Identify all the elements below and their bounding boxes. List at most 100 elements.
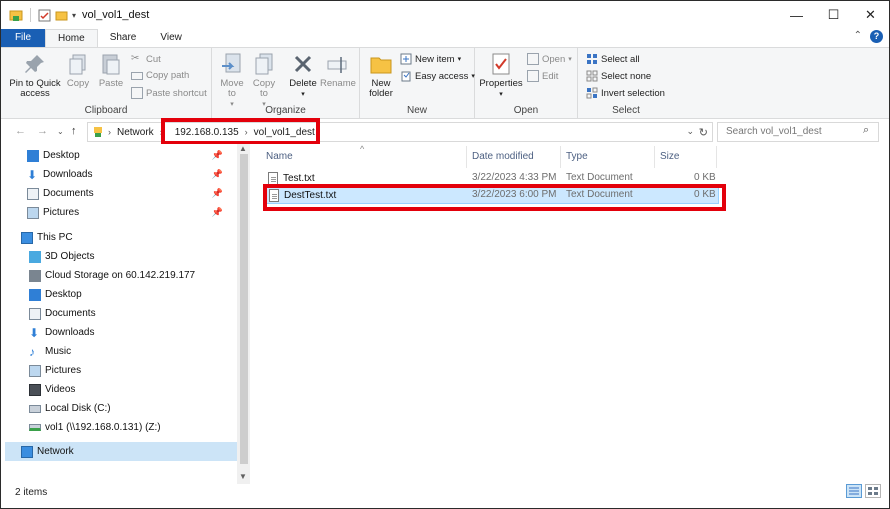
copy-button[interactable]: Copy [65, 52, 91, 89]
select-all-icon [587, 54, 597, 64]
copy-label: Copy [66, 78, 90, 89]
minimize-button[interactable]: — [778, 1, 815, 29]
nav-desktop[interactable]: Desktop [29, 285, 82, 304]
open-icon [527, 53, 539, 65]
select-none-button[interactable]: Select none [586, 70, 651, 82]
pin-label: Pin to Quick access [9, 78, 61, 99]
column-header-name[interactable]: Name [266, 151, 293, 162]
copy-path-icon [131, 71, 143, 80]
nav-label: Downloads [43, 169, 93, 180]
nav-label: This PC [37, 232, 73, 243]
tab-file[interactable]: File [1, 29, 45, 47]
select-none-icon [586, 70, 598, 82]
nav-label: vol1 (\\192.168.0.131) (Z:) [45, 422, 161, 433]
tab-share[interactable]: Share [98, 29, 149, 47]
easy-access-icon [401, 71, 411, 82]
nav-3d-objects[interactable]: 3D Objects [29, 247, 94, 266]
column-divider[interactable] [654, 146, 655, 168]
paste-shortcut-label: Paste shortcut [146, 87, 207, 99]
nav-quick-downloads[interactable]: ⬇ Downloads 📌 [27, 165, 237, 184]
tab-view[interactable]: View [148, 29, 194, 47]
select-all-button[interactable]: Select all [586, 53, 640, 65]
nav-pictures[interactable]: Pictures [29, 361, 81, 380]
nav-cloud-storage[interactable]: Cloud Storage on 60.142.219.177 [29, 266, 195, 285]
edit-button[interactable]: Edit [527, 70, 558, 82]
nav-scrollbar-thumb[interactable] [240, 154, 248, 464]
nav-downloads[interactable]: ⬇ Downloads [29, 323, 94, 342]
up-arrow-icon[interactable]: ↑ [71, 125, 77, 137]
forward-arrow-icon[interactable]: → [37, 125, 48, 137]
column-divider[interactable] [716, 146, 717, 168]
nav-label: Downloads [45, 327, 95, 338]
paste-shortcut-button[interactable]: Paste shortcut [131, 87, 207, 99]
organize-group-label: Organize [265, 105, 306, 116]
search-icon[interactable]: ⌕ [863, 124, 869, 137]
delete-label: Delete [289, 78, 317, 89]
open-button[interactable]: Open ▾ [527, 53, 572, 65]
collapse-ribbon-icon[interactable]: ⌃ [854, 30, 862, 43]
back-arrow-icon[interactable]: ← [15, 125, 26, 137]
rename-label: Rename [320, 78, 356, 89]
pin-quick-access-button[interactable]: Pin to Quick access [7, 52, 63, 99]
new-folder-big-icon [370, 57, 392, 74]
rename-button[interactable]: Rename [320, 52, 356, 89]
refresh-icon[interactable]: ↻ [699, 126, 708, 139]
edit-label: Edit [542, 70, 559, 82]
ribbon-controls: ⌃ ? [854, 30, 883, 43]
column-header-date[interactable]: Date modified [472, 151, 534, 162]
qat-dropdown-icon[interactable]: ▾ [72, 11, 76, 20]
paste-button[interactable]: Paste [97, 52, 125, 89]
easy-access-button[interactable]: Easy access ▾ [400, 70, 475, 82]
network-icon [21, 445, 33, 458]
copy-to-icon [255, 53, 273, 75]
nav-network-drive[interactable]: vol1 (\\192.168.0.131) (Z:) [29, 418, 161, 437]
new-folder-button[interactable]: New folder [366, 52, 396, 99]
nav-network[interactable]: Network [5, 442, 237, 461]
open-group: Properties ▾ Open ▾ Edit Open [475, 48, 578, 119]
column-header-type[interactable]: Type [566, 151, 588, 162]
properties-button[interactable]: Properties ▾ [479, 52, 523, 100]
column-divider[interactable] [466, 146, 467, 168]
select-group: Select all Select none Invert selection … [578, 48, 674, 119]
nav-local-disk[interactable]: Local Disk (C:) [29, 399, 111, 418]
status-bar: 2 items [1, 484, 889, 508]
large-icons-view-icon[interactable] [865, 484, 881, 498]
close-button[interactable]: ✕ [852, 1, 889, 29]
column-divider[interactable] [560, 146, 561, 168]
search-input[interactable]: Search vol_vol1_dest [717, 122, 879, 142]
nav-music[interactable]: ♪ Music [29, 342, 71, 361]
scroll-up-icon[interactable]: ▲ [239, 144, 247, 153]
nav-documents[interactable]: Documents [29, 304, 96, 323]
nav-scrollbar[interactable]: ▲ ▼ [237, 144, 250, 484]
cut-button[interactable]: ✂ Cut [131, 53, 161, 65]
organize-group: Move to ▾ Copy to ▾ Delete ▾ Rename Organiz… [212, 48, 360, 119]
delete-icon [294, 55, 312, 73]
nav-quick-desktop[interactable]: Desktop 📌 [27, 146, 237, 165]
nav-this-pc[interactable]: This PC [21, 228, 237, 247]
invert-selection-button[interactable]: Invert selection [586, 87, 665, 99]
delete-button[interactable]: Delete ▾ [288, 52, 318, 100]
scroll-down-icon[interactable]: ▼ [239, 472, 247, 481]
breadcrumb-network[interactable]: Network [117, 127, 154, 138]
properties-icon[interactable] [38, 9, 51, 22]
copy-path-button[interactable]: Copy path [131, 70, 189, 81]
move-to-button[interactable]: Move to ▾ [218, 52, 246, 110]
copy-to-button[interactable]: Copy to ▾ [250, 52, 278, 110]
paste-shortcut-icon [131, 87, 143, 99]
nav-videos[interactable]: Videos [29, 380, 75, 399]
videos-icon [29, 383, 41, 396]
new-group-label: New [406, 105, 427, 116]
recent-locations-icon[interactable]: ⌄ [57, 127, 64, 136]
tab-home[interactable]: Home [45, 29, 98, 47]
folder-app-icon [9, 10, 23, 21]
address-dropdown-icon[interactable]: ⌄ [686, 126, 694, 137]
column-header-size[interactable]: Size [660, 151, 679, 162]
help-icon[interactable]: ? [870, 30, 883, 43]
details-view-icon[interactable] [846, 484, 862, 498]
nav-quick-pictures[interactable]: Pictures 📌 [27, 203, 237, 222]
new-folder-icon[interactable] [55, 9, 68, 22]
maximize-button[interactable]: ☐ [815, 1, 852, 29]
nav-quick-documents[interactable]: Documents 📌 [27, 184, 237, 203]
new-item-button[interactable]: New item ▾ [400, 53, 461, 65]
nav-label: Music [45, 346, 72, 357]
